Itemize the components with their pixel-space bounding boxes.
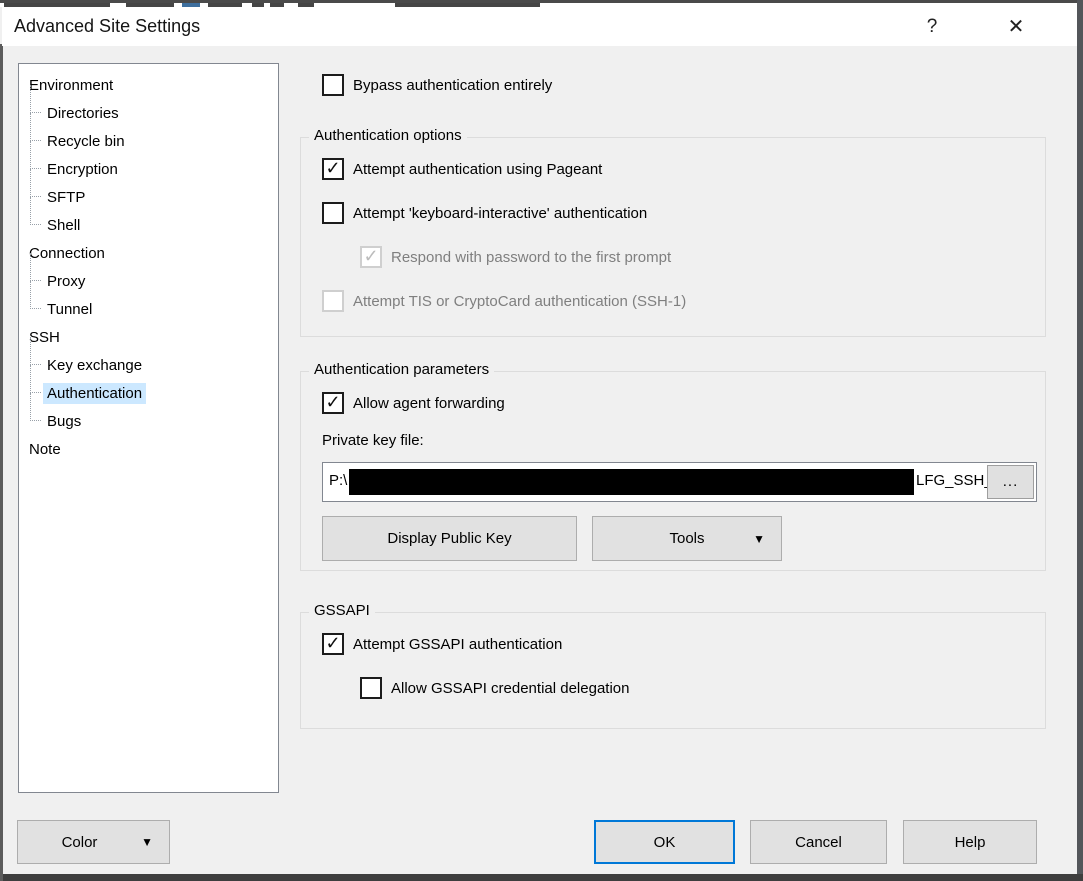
color-dropdown-button[interactable]: Color ▼	[17, 820, 170, 864]
tree-item-connection[interactable]: Connection	[23, 239, 278, 267]
check-icon: ✓	[325, 393, 340, 411]
background-window-bottom-edge	[0, 874, 1083, 881]
dialog-titlebar: Advanced Site Settings ? ✕	[2, 7, 1077, 46]
gssapi-group: GSSAPI	[300, 612, 1046, 729]
private-key-file-input[interactable]: P:\ LFG_SSH_User ...	[322, 462, 1037, 502]
tis-cryptocard-row: ✓ Attempt TIS or CryptoCard authenticati…	[322, 290, 686, 312]
background-window-left-edge	[0, 44, 3, 881]
tree-item-key-exchange[interactable]: Key exchange	[23, 351, 278, 379]
check-icon: ✓	[363, 247, 378, 265]
tree-item-recycle-bin[interactable]: Recycle bin	[23, 127, 278, 155]
keyboard-interactive-checkbox[interactable]: ✓	[322, 202, 344, 224]
browse-key-file-button[interactable]: ...	[987, 465, 1034, 499]
dialog-title: Advanced Site Settings	[14, 7, 200, 46]
gssapi-group-title: GSSAPI	[309, 602, 375, 619]
tools-dropdown-button[interactable]: Tools ▼	[592, 516, 782, 561]
tree-item-shell[interactable]: Shell	[23, 211, 278, 239]
keyboard-interactive-row[interactable]: ✓ Attempt 'keyboard-interactive' authent…	[322, 202, 647, 224]
private-key-path-prefix: P:\	[329, 472, 347, 489]
gssapi-delegation-row[interactable]: ✓ Allow GSSAPI credential delegation	[360, 677, 629, 699]
agent-forwarding-label: Allow agent forwarding	[353, 395, 505, 412]
ok-button[interactable]: OK	[594, 820, 735, 864]
chevron-down-icon: ▼	[753, 532, 765, 546]
chevron-down-icon: ▼	[141, 835, 153, 849]
tree-item-label: SFTP	[43, 187, 89, 208]
tree-item-bugs[interactable]: Bugs	[23, 407, 278, 435]
tree-item-note[interactable]: Note	[23, 435, 278, 463]
close-icon[interactable]: ✕	[998, 11, 1034, 43]
tree-item-encryption[interactable]: Encryption	[23, 155, 278, 183]
tree-item-label: Bugs	[43, 411, 85, 432]
attempt-gssapi-label: Attempt GSSAPI authentication	[353, 636, 562, 653]
authentication-options-group-title: Authentication options	[309, 127, 467, 144]
tree-item-label: Proxy	[43, 271, 89, 292]
pageant-row[interactable]: ✓ Attempt authentication using Pageant	[322, 158, 602, 180]
tree-item-tunnel[interactable]: Tunnel	[23, 295, 278, 323]
gssapi-delegation-checkbox[interactable]: ✓	[360, 677, 382, 699]
cancel-button[interactable]: Cancel	[750, 820, 887, 864]
pageant-checkbox[interactable]: ✓	[322, 158, 344, 180]
agent-forwarding-row[interactable]: ✓ Allow agent forwarding	[322, 392, 505, 414]
tree-item-label: Recycle bin	[43, 131, 129, 152]
respond-password-row: ✓ Respond with password to the first pro…	[360, 246, 671, 268]
gssapi-delegation-label: Allow GSSAPI credential delegation	[391, 680, 629, 697]
tis-cryptocard-label: Attempt TIS or CryptoCard authentication…	[353, 293, 686, 310]
tree-item-ssh[interactable]: SSH	[23, 323, 278, 351]
background-window-right-edge	[1077, 0, 1083, 881]
attempt-gssapi-row[interactable]: ✓ Attempt GSSAPI authentication	[322, 633, 562, 655]
tree-item-label: Key exchange	[43, 355, 146, 376]
check-icon: ✓	[325, 634, 340, 652]
respond-password-checkbox: ✓	[360, 246, 382, 268]
tree-item-authentication[interactable]: Authentication	[23, 379, 278, 407]
authentication-parameters-group-title: Authentication parameters	[309, 361, 494, 378]
help-icon[interactable]: ?	[914, 11, 950, 43]
tree-item-label: Note	[25, 439, 65, 460]
help-button[interactable]: Help	[903, 820, 1037, 864]
tree-item-proxy[interactable]: Proxy	[23, 267, 278, 295]
respond-password-label: Respond with password to the first promp…	[391, 249, 671, 266]
tree-item-label: Encryption	[43, 159, 122, 180]
pageant-label: Attempt authentication using Pageant	[353, 161, 602, 178]
tis-cryptocard-checkbox: ✓	[322, 290, 344, 312]
color-button-label: Color	[62, 834, 98, 851]
tree-item-label: Directories	[43, 103, 123, 124]
check-icon: ✓	[325, 159, 340, 177]
bypass-authentication-row[interactable]: ✓ Bypass authentication entirely	[322, 74, 552, 96]
agent-forwarding-checkbox[interactable]: ✓	[322, 392, 344, 414]
private-key-file-label: Private key file:	[322, 432, 424, 449]
tree-item-label: Tunnel	[43, 299, 96, 320]
keyboard-interactive-label: Attempt 'keyboard-interactive' authentic…	[353, 205, 647, 222]
display-public-key-button[interactable]: Display Public Key	[322, 516, 577, 561]
tree-item-label: Shell	[43, 215, 84, 236]
settings-tree: Environment Directories Recycle bin Encrypt…	[18, 63, 279, 793]
redacted-path-segment	[349, 469, 914, 495]
bypass-authentication-checkbox[interactable]: ✓	[322, 74, 344, 96]
tree-item-sftp[interactable]: SFTP	[23, 183, 278, 211]
screen: Advanced Site Settings ? ✕ Environment Di…	[0, 0, 1083, 881]
attempt-gssapi-checkbox[interactable]: ✓	[322, 633, 344, 655]
tools-button-label: Tools	[669, 530, 704, 547]
background-window-top-edge	[0, 0, 1083, 7]
tree-item-directories[interactable]: Directories	[23, 99, 278, 127]
tree-item-environment[interactable]: Environment	[23, 71, 278, 99]
bypass-authentication-label: Bypass authentication entirely	[353, 77, 552, 94]
tree-item-label: Authentication	[43, 383, 146, 404]
